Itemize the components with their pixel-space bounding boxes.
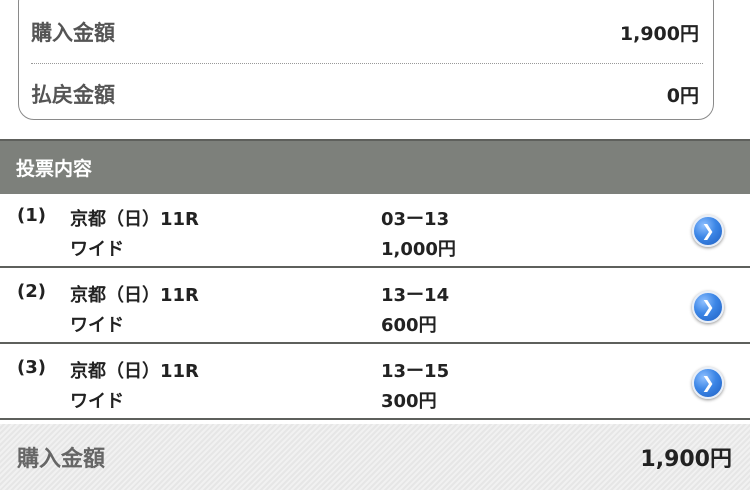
bet-row[interactable]: (2) 京都（日）11R ワイド 13ー14 600円 ❯ — [0, 270, 750, 344]
purchase-amount-row: 購入金額 1,900円 — [19, 1, 713, 63]
chevron-right-icon[interactable]: ❯ — [692, 367, 724, 399]
bet-combination: 13ー15 — [381, 361, 450, 382]
total-label: 購入金額 — [17, 447, 106, 472]
bet-row[interactable]: (1) 京都（日）11R ワイド 03ー13 1,000円 ❯ — [0, 194, 750, 268]
bet-combination: 03ー13 — [381, 209, 450, 230]
refund-amount-label: 払戻金額 — [31, 83, 115, 107]
purchase-amount-label: 購入金額 — [31, 21, 115, 45]
bet-amount: 300円 — [381, 391, 437, 412]
bet-amount: 1,000円 — [381, 239, 456, 260]
purchase-amount-value: 1,900円 — [619, 22, 699, 45]
bet-race: 京都（日）11R — [70, 361, 199, 382]
section-header-bet-contents: 投票内容 — [0, 139, 750, 194]
summary-card: 購入金額 1,900円 払戻金額 0円 — [18, 0, 714, 120]
bet-combination: 13ー14 — [381, 285, 450, 306]
total-bar: 購入金額 1,900円 — [0, 424, 750, 490]
bet-race: 京都（日）11R — [70, 209, 199, 230]
chevron-right-icon[interactable]: ❯ — [692, 215, 724, 247]
bet-number: (2) — [17, 281, 46, 302]
bet-type: ワイド — [70, 315, 124, 336]
bet-race: 京都（日）11R — [70, 285, 199, 306]
refund-amount-row: 払戻金額 0円 — [19, 63, 713, 125]
bet-type: ワイド — [70, 239, 124, 260]
section-title: 投票内容 — [16, 158, 93, 180]
chevron-right-icon[interactable]: ❯ — [692, 291, 724, 323]
bet-type: ワイド — [70, 391, 124, 412]
total-value: 1,900円 — [640, 447, 732, 472]
bet-amount: 600円 — [381, 315, 437, 336]
bet-number: (1) — [17, 205, 46, 226]
bet-number: (3) — [17, 357, 46, 378]
refund-amount-value: 0円 — [666, 84, 699, 107]
bet-row[interactable]: (3) 京都（日）11R ワイド 13ー15 300円 ❯ — [0, 346, 750, 420]
